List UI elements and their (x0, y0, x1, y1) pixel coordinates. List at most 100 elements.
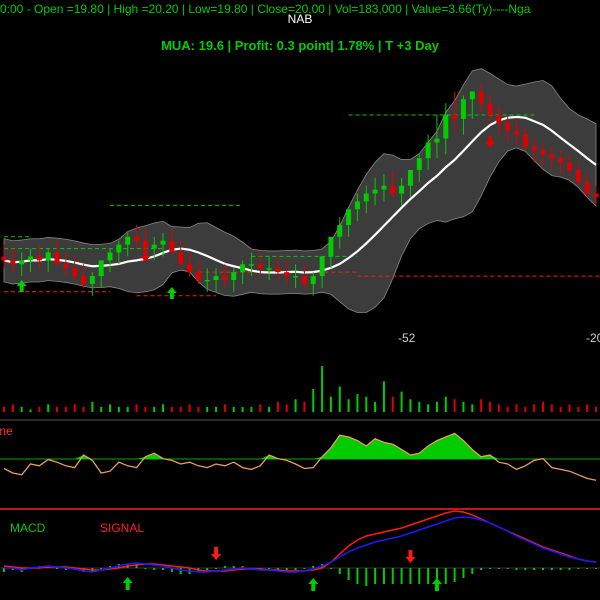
candle-body (151, 244, 157, 249)
volume-bar (223, 404, 226, 412)
macd-histogram-bar (179, 568, 182, 574)
ohlc-info-line: 0:00 - Open =19.80 | High =20.20 | Low=1… (0, 2, 531, 16)
volume-bar (29, 409, 32, 412)
candle-body (487, 103, 493, 115)
oscillator-line (3, 432, 597, 481)
candle-body (213, 276, 219, 280)
candle-body (63, 264, 69, 269)
candle-body (98, 260, 104, 277)
macd-histogram-bar (515, 568, 518, 570)
macd-histogram-bar (471, 568, 474, 574)
candle-body (169, 240, 175, 253)
macd-histogram-bar (550, 568, 553, 570)
macd-histogram-bar (400, 568, 403, 584)
volume-bar (188, 404, 191, 412)
candle-body (222, 276, 228, 280)
volume-bar (497, 404, 500, 412)
volume-bar (321, 366, 324, 412)
macd-histogram-bar (303, 568, 306, 569)
volume-bar (365, 396, 368, 412)
candle-body (566, 162, 572, 170)
macd-buy-arrow-icon (308, 578, 319, 591)
candle-body (354, 201, 360, 210)
volume-bar (47, 404, 50, 412)
candle-body (187, 264, 193, 273)
candle-body (28, 256, 34, 261)
candle-body (81, 276, 87, 284)
volume-bar (268, 406, 271, 412)
candle-body (178, 252, 184, 265)
volume-bar (215, 406, 218, 412)
volume-bars (3, 366, 597, 412)
candle-body (434, 138, 440, 143)
candle-body (142, 240, 148, 249)
macd-histogram-bar (206, 568, 209, 570)
macd-histogram-bar (595, 568, 597, 569)
volume-bar (515, 404, 518, 412)
volume-bar (409, 399, 412, 412)
volume-bar (356, 394, 359, 412)
candle-body (584, 181, 590, 194)
macd-histogram-bar (365, 568, 368, 586)
volume-bar (100, 406, 103, 412)
candle-body (134, 236, 140, 241)
volume-bar (153, 406, 156, 412)
volume-bar (170, 406, 173, 412)
candle-body (72, 268, 78, 277)
candle-body (363, 193, 369, 202)
candle-body (310, 276, 316, 284)
candle-body (540, 150, 546, 155)
volume-bar (285, 404, 288, 412)
volume-bar (382, 381, 385, 412)
candle-body (116, 244, 122, 253)
macd-histogram-bar (338, 568, 341, 574)
price-label-a: -52 (398, 331, 416, 345)
candle-body (399, 185, 405, 194)
volume-bar (550, 404, 553, 412)
candle-body (469, 91, 475, 100)
candle-body (390, 185, 396, 194)
macd-histogram-bar (153, 568, 156, 570)
signal-line (3, 510, 597, 572)
oscillator-label: line (0, 424, 13, 438)
macd-histogram-bar (577, 568, 580, 569)
volume-bar (117, 406, 120, 412)
volume-bar (179, 406, 182, 412)
macd-histogram-bar (56, 568, 59, 569)
macd-histogram-bar (391, 568, 394, 584)
candle-body (107, 252, 113, 261)
candle-body (36, 256, 42, 261)
volume-bar (20, 406, 23, 412)
candle-body (240, 264, 246, 273)
volume-bar (197, 406, 200, 412)
volume-bar (303, 401, 306, 412)
candle-body (372, 189, 378, 194)
candle-body (319, 256, 325, 277)
volume-bar (577, 406, 580, 412)
candle-body (45, 252, 51, 261)
candle-body (54, 252, 60, 265)
candle-body (19, 260, 25, 265)
volume-bar (488, 401, 491, 412)
macd-histogram-bar (294, 568, 297, 570)
volume-bar (506, 406, 509, 412)
volume-bar (418, 401, 421, 412)
volume-bar (568, 404, 571, 412)
volume-bar (250, 406, 253, 412)
volume-bar (109, 404, 112, 412)
macd-histogram-bar (232, 566, 235, 568)
candle-body (301, 276, 307, 284)
trade-summary: MUA: 19.6 | Profit: 0.3 point| 1.78% | T… (161, 38, 440, 53)
volume-bar (374, 401, 377, 412)
macd-histogram-bar (409, 568, 412, 584)
volume-bar (11, 404, 14, 412)
volume-bar (444, 396, 447, 412)
candle-body (522, 134, 528, 147)
macd-histogram-bar (427, 568, 430, 584)
macd-histogram-bar (462, 568, 465, 578)
volume-bar (453, 399, 456, 412)
volume-bar (206, 406, 209, 412)
candle-body (266, 268, 272, 270)
volume-bar (294, 399, 297, 412)
macd-histogram-bar (382, 568, 385, 584)
